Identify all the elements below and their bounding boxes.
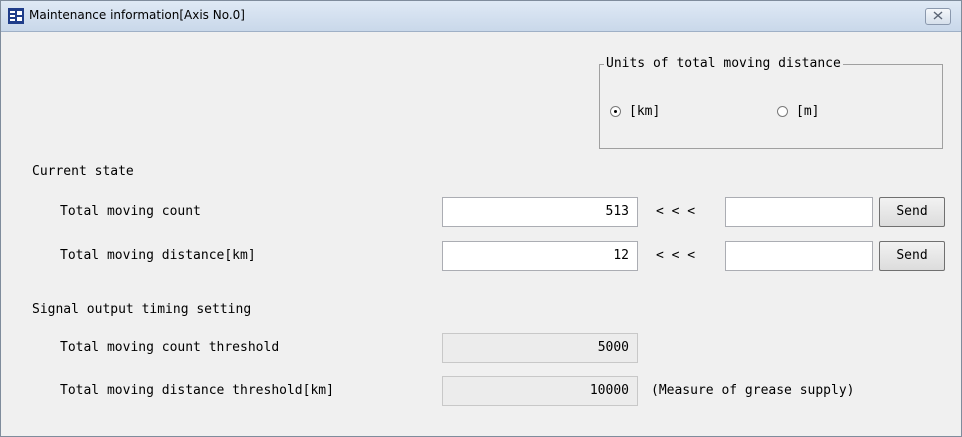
distance-threshold-value: 10000 bbox=[442, 376, 638, 406]
distance-threshold-label: Total moving distance threshold[km] bbox=[60, 383, 334, 398]
total-moving-distance-input[interactable] bbox=[725, 241, 873, 271]
radio-km[interactable]: [km] bbox=[610, 104, 660, 119]
count-threshold-value: 5000 bbox=[442, 333, 638, 363]
total-moving-distance-value: 12 bbox=[442, 241, 638, 271]
grease-supply-note: (Measure of grease supply) bbox=[651, 383, 855, 398]
units-groupbox: Units of total moving distance [km] [m] bbox=[599, 56, 943, 149]
radio-m[interactable]: [m] bbox=[777, 104, 819, 119]
units-groupbox-legend: Units of total moving distance bbox=[604, 56, 843, 71]
total-moving-count-label: Total moving count bbox=[60, 204, 201, 219]
radio-m-indicator[interactable] bbox=[777, 106, 788, 117]
close-x-icon bbox=[933, 9, 943, 24]
radio-km-label: [km] bbox=[629, 104, 661, 119]
count-threshold-label: Total moving count threshold bbox=[60, 340, 280, 355]
signal-output-heading: Signal output timing setting bbox=[32, 302, 252, 317]
total-moving-distance-arrows: < < < bbox=[656, 248, 696, 263]
window-title: Maintenance information[Axis No.0] bbox=[29, 8, 245, 22]
title-bar[interactable]: Maintenance information[Axis No.0] bbox=[1, 1, 961, 32]
total-moving-count-send-button[interactable]: Send bbox=[879, 197, 945, 227]
maintenance-window: Maintenance information[Axis No.0] Units… bbox=[0, 0, 962, 437]
current-state-heading: Current state bbox=[32, 164, 134, 179]
total-moving-distance-label: Total moving distance[km] bbox=[60, 248, 256, 263]
radio-m-label: [m] bbox=[796, 104, 820, 119]
total-moving-distance-send-button[interactable]: Send bbox=[879, 241, 945, 271]
close-button[interactable] bbox=[925, 8, 951, 25]
total-moving-count-arrows: < < < bbox=[656, 204, 696, 219]
app-logo-icon bbox=[8, 8, 24, 24]
total-moving-count-value: 513 bbox=[442, 197, 638, 227]
radio-km-indicator[interactable] bbox=[610, 106, 621, 117]
total-moving-count-input[interactable] bbox=[725, 197, 873, 227]
